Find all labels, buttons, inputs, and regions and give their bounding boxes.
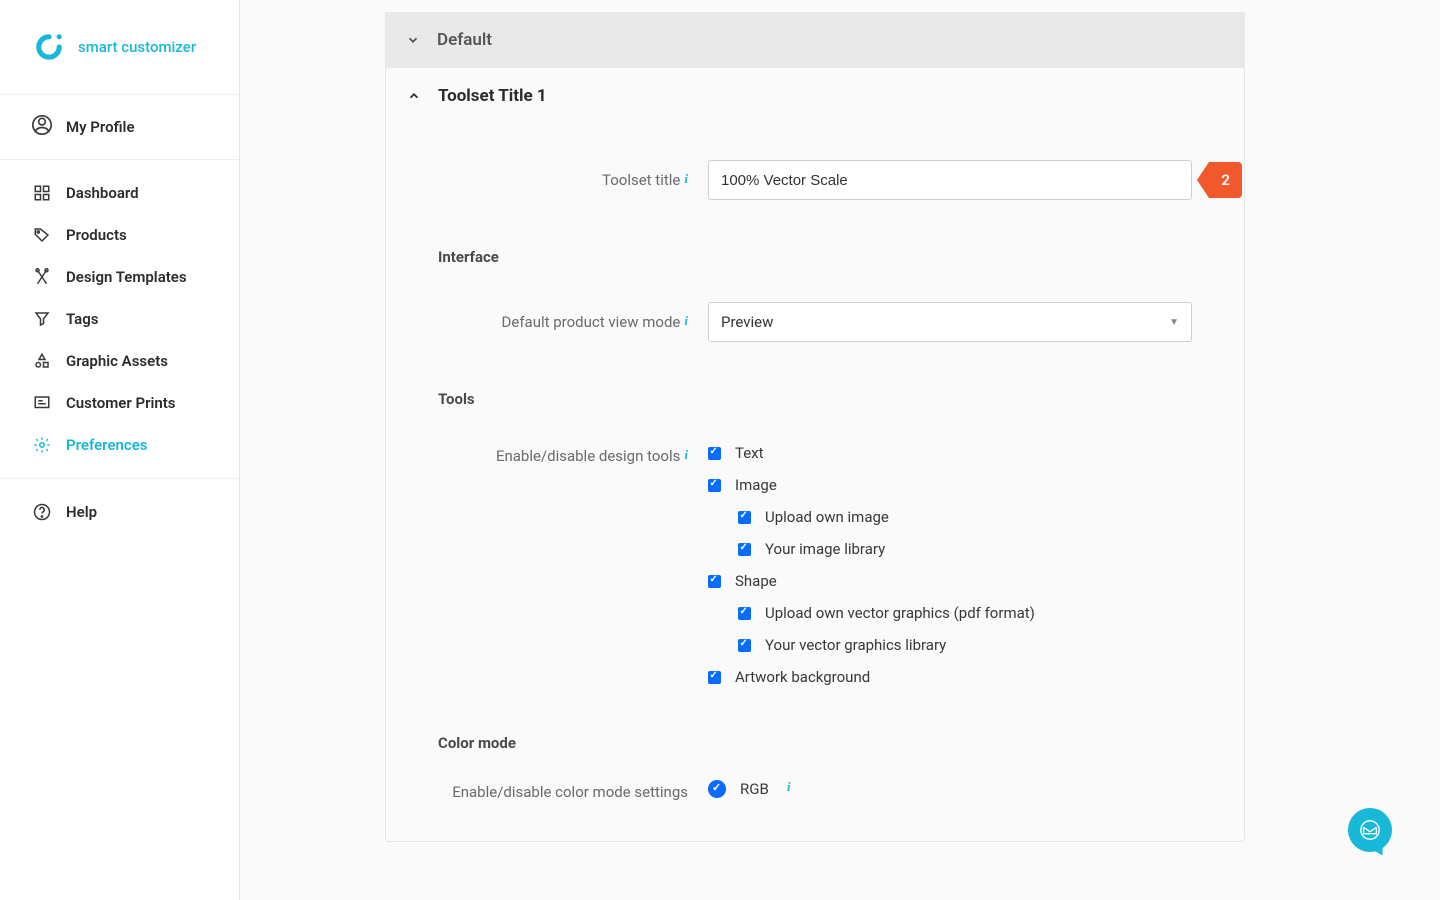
sidebar-item-design-templates[interactable]: Design Templates <box>0 256 239 298</box>
checkbox-icon[interactable] <box>708 479 721 492</box>
panel-toolset-header[interactable]: Toolset Title 1 <box>386 68 1244 124</box>
section-color-mode: Color mode <box>438 734 1192 752</box>
sidebar-item-dashboard[interactable]: Dashboard <box>0 172 239 214</box>
label-text: Toolset title <box>602 171 680 189</box>
color-mode-rgb[interactable]: RGB i <box>708 780 1192 798</box>
chat-fab[interactable] <box>1348 808 1392 852</box>
checkbox-vector-library[interactable]: Your vector graphics library <box>738 636 1192 654</box>
tools-crossed-icon <box>32 268 52 286</box>
help-icon <box>32 503 52 521</box>
mail-icon <box>1359 819 1381 841</box>
label-text: Default product view mode <box>502 313 681 331</box>
label-color-mode: Enable/disable color mode settings <box>438 780 708 801</box>
option-label: RGB <box>740 780 769 798</box>
design-tools-list: Text Image Upload own image Your image l… <box>708 444 1192 686</box>
brand-icon <box>32 30 66 64</box>
sidebar-item-products[interactable]: Products <box>0 214 239 256</box>
sidebar-item-label: Dashboard <box>66 184 139 202</box>
prints-icon <box>32 394 52 412</box>
checkbox-label: Your vector graphics library <box>765 636 946 654</box>
sidebar-profile[interactable]: My Profile <box>0 95 239 160</box>
view-mode-select[interactable]: Preview ▼ <box>708 302 1192 342</box>
gear-icon <box>32 436 52 454</box>
select-value: Preview <box>721 313 773 331</box>
tag-icon <box>32 226 52 244</box>
section-tools: Tools <box>438 390 1192 408</box>
panel-toolset: Toolset Title 1 Toolset title i 2 <box>385 68 1245 842</box>
checkbox-icon[interactable] <box>738 543 751 556</box>
checkbox-artwork-background[interactable]: Artwork background <box>708 668 1192 686</box>
panel-toolset-title: Toolset Title 1 <box>438 86 547 106</box>
checkbox-icon[interactable] <box>738 511 751 524</box>
toolset-title-input[interactable] <box>708 160 1192 200</box>
toggle-icon[interactable] <box>708 780 726 798</box>
label-design-tools: Enable/disable design tools i <box>438 444 708 686</box>
checkbox-label: Shape <box>735 572 777 590</box>
sidebar-item-label: Graphic Assets <box>66 352 168 370</box>
info-icon[interactable]: i <box>684 313 688 328</box>
sidebar-item-preferences[interactable]: Preferences <box>0 424 239 466</box>
sidebar-nav: Dashboard Products Design Templates Tags… <box>0 160 239 479</box>
row-view-mode: Default product view modei Preview ▼ <box>438 302 1192 342</box>
sidebar-item-tags[interactable]: Tags <box>0 298 239 340</box>
checkbox-label: Upload own vector graphics (pdf format) <box>765 604 1035 622</box>
sidebar-item-customer-prints[interactable]: Customer Prints <box>0 382 239 424</box>
sidebar-item-graphic-assets[interactable]: Graphic Assets <box>0 340 239 382</box>
checkbox-label: Text <box>735 444 764 462</box>
sidebar-item-help[interactable]: Help <box>0 491 239 533</box>
sidebar-item-label: Customer Prints <box>66 394 176 412</box>
sidebar: smart customizer My Profile Dashboard Pr… <box>0 0 240 900</box>
panel-default-title: Default <box>437 30 492 50</box>
label-toolset-title: Toolset title i <box>438 171 708 189</box>
step-badge-number: 2 <box>1209 162 1242 198</box>
checkbox-icon[interactable] <box>738 639 751 652</box>
row-toolset-title: Toolset titlei 2 <box>438 160 1192 200</box>
label-view-mode: Default product view modei <box>438 313 708 331</box>
checkbox-shape[interactable]: Shape <box>708 572 1192 590</box>
checkbox-label: Upload own image <box>765 508 889 526</box>
checkbox-upload-own-image[interactable]: Upload own image <box>738 508 1192 526</box>
info-icon[interactable]: i <box>684 447 688 462</box>
row-design-tools: Enable/disable design tools i Text Image … <box>438 444 1192 686</box>
checkbox-image[interactable]: Image <box>708 476 1192 494</box>
profile-label: My Profile <box>66 118 135 136</box>
sidebar-item-label: Tags <box>66 310 99 328</box>
sidebar-item-label: Products <box>66 226 127 244</box>
profile-icon <box>32 115 52 139</box>
checkbox-icon[interactable] <box>708 671 721 684</box>
sidebar-item-label: Preferences <box>66 436 148 454</box>
info-icon[interactable]: i <box>684 171 688 186</box>
sidebar-item-label: Help <box>66 503 97 521</box>
step-badge: 2 <box>1197 162 1242 198</box>
checkbox-icon[interactable] <box>708 575 721 588</box>
brand-name: smart customizer <box>78 38 196 56</box>
dashboard-icon <box>32 184 52 202</box>
info-icon[interactable]: i <box>787 779 791 795</box>
checkbox-icon[interactable] <box>738 607 751 620</box>
filter-icon <box>32 310 52 328</box>
checkbox-upload-vector[interactable]: Upload own vector graphics (pdf format) <box>738 604 1192 622</box>
main-content: Default Toolset Title 1 Toolset title i <box>240 0 1440 900</box>
checkbox-label: Image <box>735 476 777 494</box>
checkbox-label: Artwork background <box>735 668 870 686</box>
chevron-up-icon <box>406 88 422 104</box>
section-interface: Interface <box>438 248 1192 266</box>
checkbox-text[interactable]: Text <box>708 444 1192 462</box>
label-text: Enable/disable design tools <box>496 447 680 465</box>
brand-logo[interactable]: smart customizer <box>0 0 239 95</box>
panel-default[interactable]: Default <box>385 12 1245 68</box>
shapes-icon <box>32 352 52 370</box>
chevron-down-icon <box>405 32 421 48</box>
checkbox-icon[interactable] <box>708 447 721 460</box>
caret-down-icon: ▼ <box>1169 317 1179 328</box>
label-text: Enable/disable color mode settings <box>452 783 688 801</box>
checkbox-image-library[interactable]: Your image library <box>738 540 1192 558</box>
sidebar-item-label: Design Templates <box>66 268 187 286</box>
row-color-mode: Enable/disable color mode settings RGB i <box>438 780 1192 801</box>
checkbox-label: Your image library <box>765 540 885 558</box>
